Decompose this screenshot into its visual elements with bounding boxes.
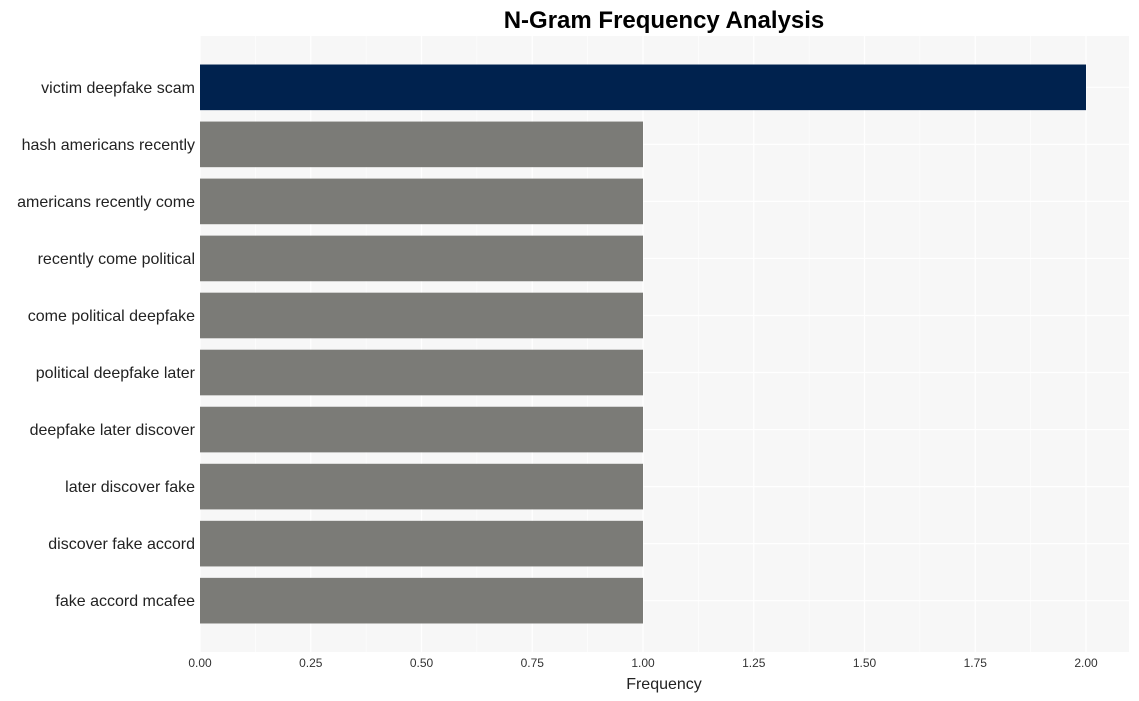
y-tick-label: discover fake accord (48, 536, 195, 553)
bar (200, 178, 643, 225)
y-tick-label: fake accord mcafee (55, 593, 195, 610)
bar (200, 520, 643, 567)
bar (200, 235, 643, 282)
y-tick-label: hash americans recently (22, 137, 195, 154)
chart: victim deepfake scam hash americans recen… (17, 7, 1129, 693)
x-tick-label: 1.25 (742, 656, 766, 670)
bar (200, 463, 643, 510)
y-tick-label: recently come political (38, 251, 195, 268)
y-tick-label: victim deepfake scam (41, 80, 195, 97)
x-tick-label: 2.00 (1074, 656, 1098, 670)
bar (200, 64, 1086, 111)
chart-title: N-Gram Frequency Analysis (504, 7, 825, 34)
x-tick-label: 0.50 (410, 656, 434, 670)
y-axis-labels: victim deepfake scam hash americans recen… (17, 80, 196, 610)
y-tick-label: americans recently come (17, 194, 195, 211)
y-tick-label: come political deepfake (28, 308, 195, 325)
x-tick-label: 0.00 (188, 656, 212, 670)
x-tick-label: 0.25 (299, 656, 323, 670)
x-tick-label: 1.75 (964, 656, 988, 670)
x-tick-label: 0.75 (521, 656, 545, 670)
bar (200, 121, 643, 168)
x-axis-label: Frequency (626, 676, 702, 693)
x-tick-label: 1.00 (631, 656, 655, 670)
bar (200, 406, 643, 453)
x-axis-ticks: 0.00 0.25 0.50 0.75 1.00 1.25 1.50 1.75 2.00 (188, 656, 1098, 670)
bar (200, 577, 643, 624)
bar (200, 349, 643, 396)
y-tick-label: deepfake later discover (30, 422, 196, 439)
y-tick-label: later discover fake (65, 479, 195, 496)
x-tick-label: 1.50 (853, 656, 877, 670)
bar (200, 292, 643, 339)
y-tick-label: political deepfake later (36, 365, 196, 382)
